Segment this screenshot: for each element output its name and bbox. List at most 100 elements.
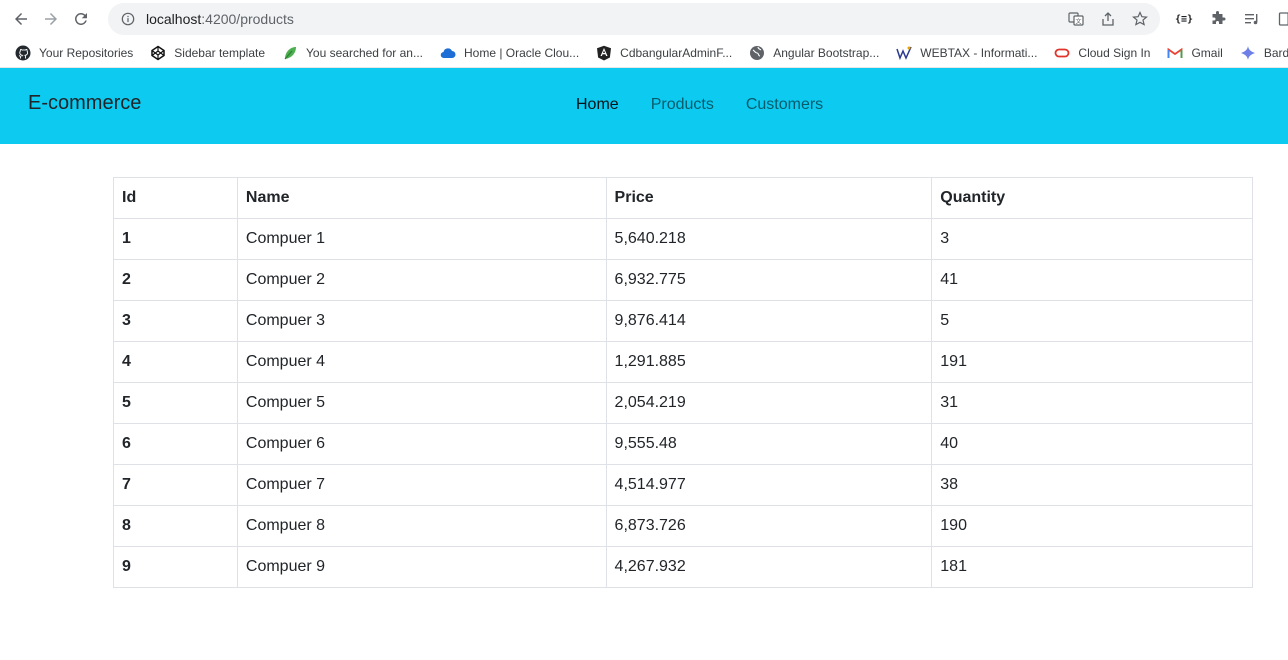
bookmark-label: You searched for an... (306, 45, 423, 60)
table-row: 2 Compuer 2 6,932.775 41 (113, 259, 1253, 301)
cell-quantity: 41 (931, 259, 1253, 301)
table-row: 1 Compuer 1 5,640.218 3 (113, 218, 1253, 260)
bookmark-item[interactable]: Angular Bootstrap... (746, 41, 885, 65)
globe-icon (748, 44, 766, 62)
bookmark-item[interactable]: Cloud Sign In (1051, 41, 1156, 65)
codepen-icon (149, 44, 167, 62)
github-icon (14, 44, 32, 62)
bookmark-item[interactable]: WEBTAX - Informati... (893, 41, 1043, 65)
extension-button[interactable]: {≡} (1170, 5, 1198, 33)
cloud-icon (439, 44, 457, 62)
table-row: 7 Compuer 7 4,514.977 38 (113, 464, 1253, 506)
bookmark-label: Your Repositories (39, 45, 134, 60)
angular-icon (595, 44, 613, 62)
arrow-left-icon (15, 13, 27, 25)
cell-name: Compuer 5 (236, 382, 607, 424)
cell-quantity: 38 (931, 464, 1253, 506)
reload-icon (74, 12, 87, 25)
cell-quantity: 191 (931, 341, 1253, 383)
nav-link-products[interactable]: Products (651, 96, 714, 114)
bard-icon (1239, 44, 1257, 62)
webtax-icon (895, 44, 913, 62)
bookmark-item[interactable]: Your Repositories (12, 41, 139, 65)
oracle-icon (1053, 44, 1071, 62)
bookmark-star-icon[interactable] (1128, 7, 1152, 31)
column-header-id: Id (113, 177, 238, 219)
leaf-icon (281, 44, 299, 62)
cell-name: Compuer 4 (236, 341, 607, 383)
column-header-price: Price (605, 177, 933, 219)
reload-button[interactable] (66, 4, 96, 34)
bookmark-label: WEBTAX - Informati... (920, 45, 1038, 60)
share-icon[interactable] (1096, 7, 1120, 31)
cell-quantity: 5 (931, 300, 1253, 342)
cell-price: 6,932.775 (605, 259, 933, 301)
translate-icon[interactable]: 文 (1064, 7, 1088, 31)
nav-link-customers[interactable]: Customers (746, 96, 823, 114)
cell-price: 9,876.414 (605, 300, 933, 342)
address-bar[interactable]: localhost:4200/products 文 (108, 3, 1160, 35)
cell-price: 2,054.219 (605, 382, 933, 424)
cell-quantity: 40 (931, 423, 1253, 465)
brand-link[interactable]: E-commerce (28, 92, 141, 115)
cell-name: Compuer 2 (236, 259, 607, 301)
cell-id: 5 (113, 382, 238, 424)
column-header-quantity: Quantity (931, 177, 1253, 219)
bookmarks-bar: Your Repositories Sidebar template You s… (0, 38, 1288, 68)
cell-name: Compuer 1 (236, 218, 607, 260)
cell-id: 6 (113, 423, 238, 465)
cell-quantity: 3 (931, 218, 1253, 260)
side-panel-icon[interactable] (1272, 5, 1288, 33)
cell-id: 8 (113, 505, 238, 547)
cell-name: Compuer 3 (236, 300, 607, 342)
url-path: :4200/products (201, 11, 294, 27)
bookmark-label: Home | Oracle Clou... (464, 45, 580, 60)
bookmark-label: Gmail (1191, 45, 1223, 60)
url-host: localhost (146, 11, 202, 27)
puzzle-icon[interactable] (1204, 5, 1232, 33)
bookmark-item[interactable]: Home | Oracle Clou... (437, 41, 585, 65)
products-table-container: Id Name Price Quantity 1 Compuer 1 5,640… (113, 177, 1253, 588)
cell-name: Compuer 6 (236, 423, 607, 465)
bookmark-item[interactable]: Gmail (1164, 41, 1228, 65)
table-row: 6 Compuer 6 9,555.48 40 (113, 423, 1253, 465)
media-queue-icon[interactable] (1238, 5, 1266, 33)
back-button[interactable] (6, 4, 36, 34)
cell-quantity: 181 (931, 546, 1253, 588)
cell-price: 4,514.977 (605, 464, 933, 506)
forward-button[interactable] (36, 4, 66, 34)
bookmark-item[interactable]: CdbangularAdminF... (593, 41, 738, 65)
gmail-icon (1166, 44, 1184, 62)
cell-price: 1,291.885 (605, 341, 933, 383)
site-info-icon[interactable] (120, 11, 136, 27)
bookmark-label: Bard (1263, 45, 1288, 60)
bookmark-label: CdbangularAdminF... (620, 45, 733, 60)
cell-id: 9 (113, 546, 238, 588)
cell-id: 4 (113, 341, 238, 383)
bookmark-label: Angular Bootstrap... (773, 45, 880, 60)
table-row: 5 Compuer 5 2,054.219 31 (113, 382, 1253, 424)
table-row: 9 Compuer 9 4,267.932 181 (113, 546, 1253, 588)
column-header-name: Name (236, 177, 607, 219)
bookmark-item[interactable]: Sidebar template (147, 41, 271, 65)
table-row: 8 Compuer 8 6,873.726 190 (113, 505, 1253, 547)
cell-id: 3 (113, 300, 238, 342)
cell-price: 9,555.48 (605, 423, 933, 465)
cell-quantity: 31 (931, 382, 1253, 424)
svg-text:文: 文 (1075, 18, 1081, 26)
cell-quantity: 190 (931, 505, 1253, 547)
cell-price: 5,640.218 (605, 218, 933, 260)
cell-name: Compuer 9 (236, 546, 607, 588)
url-text[interactable]: localhost:4200/products (146, 11, 294, 27)
table-row: 3 Compuer 3 9,876.414 5 (113, 300, 1253, 342)
nav-link-home[interactable]: Home (576, 96, 619, 114)
cell-price: 4,267.932 (605, 546, 933, 588)
bookmark-label: Sidebar template (174, 45, 266, 60)
bookmark-item[interactable]: Bard (1237, 41, 1288, 65)
cell-id: 1 (113, 218, 238, 260)
extension-label: {≡} (1174, 13, 1194, 25)
browser-toolbar: localhost:4200/products 文 {≡} (0, 0, 1288, 38)
bookmark-item[interactable]: You searched for an... (279, 41, 429, 65)
cell-price: 6,873.726 (605, 505, 933, 547)
table-row: 4 Compuer 4 1,291.885 191 (113, 341, 1253, 383)
